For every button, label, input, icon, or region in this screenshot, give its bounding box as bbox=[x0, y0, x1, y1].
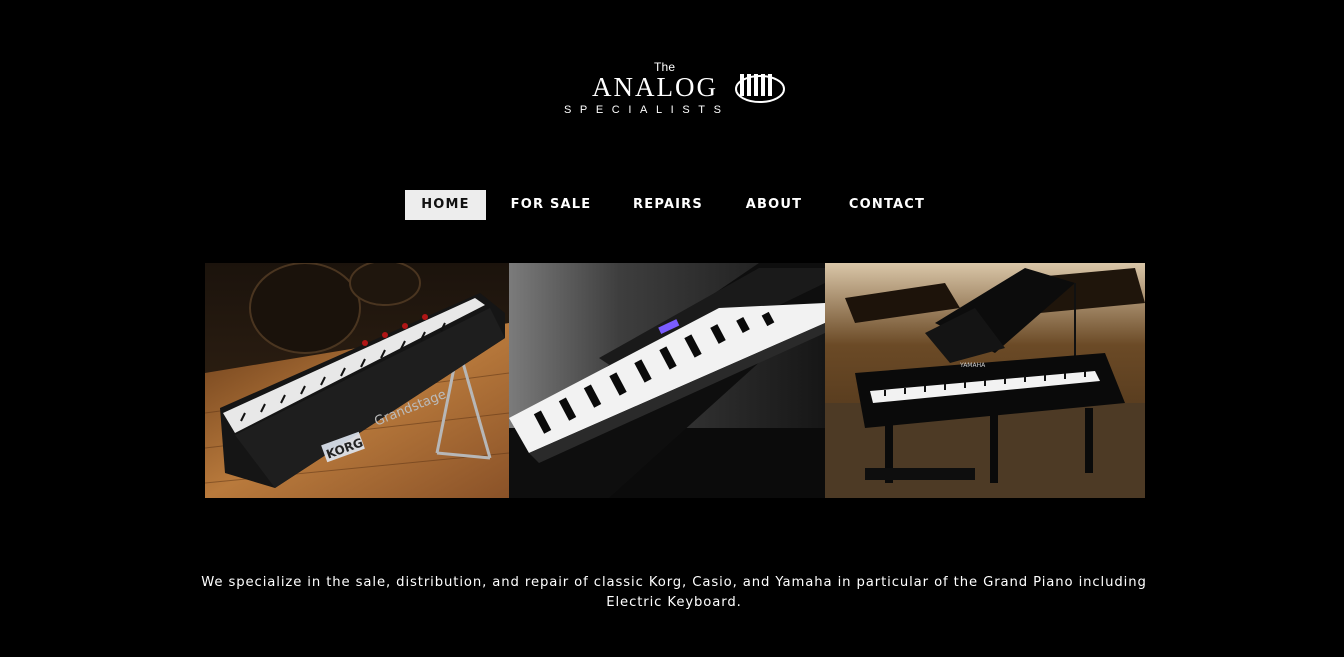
logo-specialists-text: SPECIALISTS bbox=[564, 104, 730, 116]
product-gallery: KORG Grandstage YAMAHA bbox=[205, 263, 1145, 498]
nav-item-for-sale[interactable]: FOR SALE bbox=[486, 190, 616, 220]
piano-keys-logo-icon bbox=[735, 74, 785, 103]
korg-grandstage-photo: KORG Grandstage bbox=[205, 263, 509, 498]
yamaha-brand-label: YAMAHA bbox=[959, 362, 986, 369]
yamaha-grand-piano-photo: YAMAHA bbox=[825, 263, 1145, 498]
nav-item-about[interactable]: ABOUT bbox=[720, 190, 828, 220]
nav-item-contact[interactable]: CONTACT bbox=[828, 190, 946, 220]
company-description: We specialize in the sale, distribution,… bbox=[201, 575, 1147, 611]
digital-piano-closeup-photo bbox=[509, 263, 825, 498]
nav-item-repairs[interactable]: REPAIRS bbox=[616, 190, 720, 220]
page: The ANALOG SPECIALISTS HOME FOR SALE REP… bbox=[0, 0, 1344, 657]
logo-analog-text: ANALOG bbox=[592, 72, 718, 102]
main-navigation: HOME FOR SALE REPAIRS ABOUT CONTACT bbox=[405, 190, 946, 220]
nav-item-home[interactable]: HOME bbox=[405, 190, 486, 220]
site-logo[interactable]: The ANALOG SPECIALISTS bbox=[560, 60, 800, 120]
